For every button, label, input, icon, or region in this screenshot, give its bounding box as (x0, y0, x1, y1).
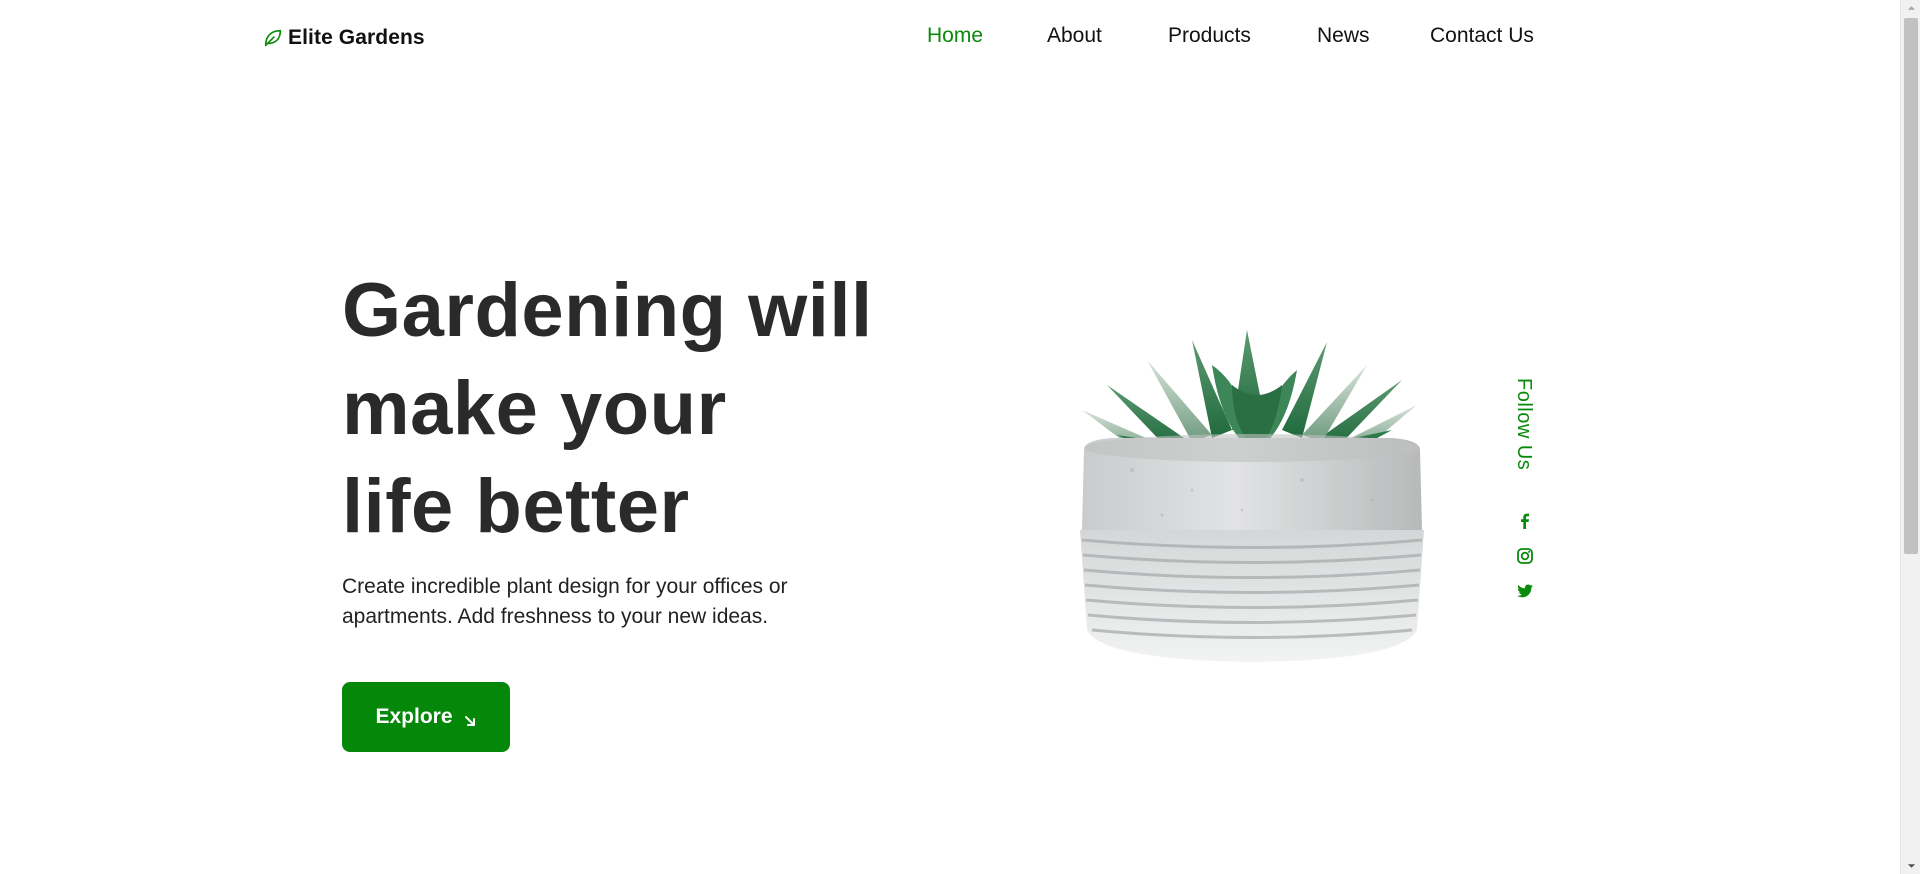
hero-title-line: Gardening will (342, 268, 873, 353)
scroll-down-arrow-icon[interactable] (1901, 858, 1920, 874)
nav-item-about[interactable]: About (1047, 24, 1102, 48)
hero-title: Gardening will make your life better (342, 262, 873, 556)
nav-item-news[interactable]: News (1317, 24, 1370, 48)
main-nav: Home About Products News Contact Us (0, 24, 1900, 54)
page: Elite Gardens Home About Products News C… (0, 0, 1920, 874)
hero-title-line: make your (342, 366, 727, 451)
nav-item-contact-us[interactable]: Contact Us (1430, 24, 1534, 48)
nav-item-home[interactable]: Home (927, 24, 983, 48)
explore-button[interactable]: Explore (342, 682, 510, 752)
arrow-down-right-icon (463, 710, 477, 726)
vertical-scrollbar[interactable] (1900, 0, 1920, 874)
instagram-icon[interactable] (1516, 547, 1536, 567)
twitter-icon[interactable] (1516, 582, 1536, 602)
hero-title-line: life better (342, 464, 690, 549)
hero-description: Create incredible plant design for your … (342, 575, 788, 628)
follow-us-label: Follow Us (1513, 378, 1535, 471)
facebook-icon[interactable] (1516, 512, 1536, 532)
scroll-up-arrow-icon[interactable] (1901, 0, 1920, 16)
site-header: Elite Gardens Home About Products News C… (0, 0, 1900, 80)
scrollbar-thumb[interactable] (1904, 18, 1918, 554)
nav-item-products[interactable]: Products (1168, 24, 1251, 48)
explore-button-label: Explore (375, 705, 453, 728)
potted-succulent-image (1072, 330, 1432, 680)
